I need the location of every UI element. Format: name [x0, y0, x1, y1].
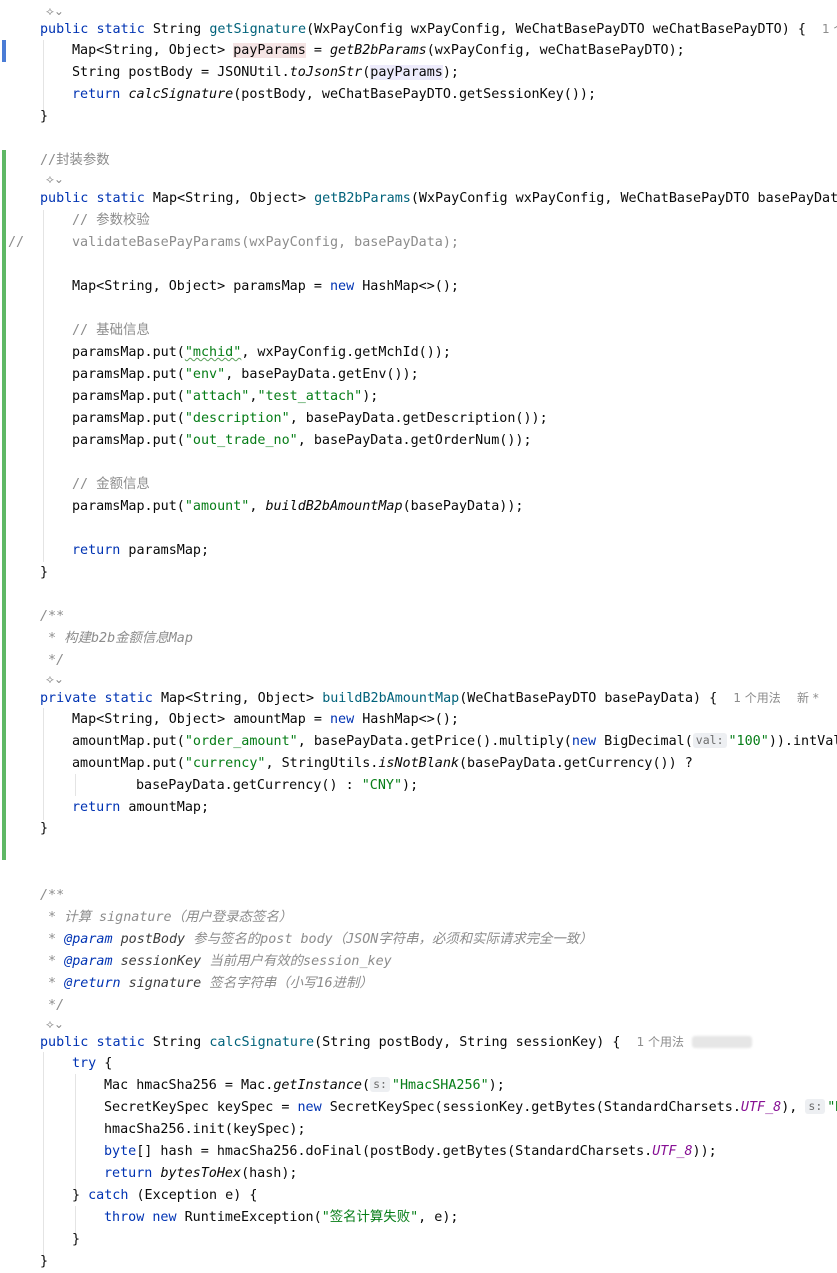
code-line: return paramsMap;: [72, 543, 210, 558]
gutter-modified-marker: [2, 40, 6, 62]
code-comment: // 参数校验: [72, 213, 150, 228]
ai-actions-icon[interactable]: ⟡⌄: [46, 1017, 64, 1031]
indent-guide: [75, 774, 76, 796]
code-line: byte[] hash = hmacSha256.doFinal(postBod…: [104, 1144, 717, 1159]
code-comment: // 基础信息: [72, 323, 150, 338]
method-name[interactable]: getSignature: [209, 22, 306, 37]
code-line: Map<String, Object> paramsMap = new Hash…: [72, 279, 459, 294]
ai-actions-icon[interactable]: ⟡⌄: [46, 4, 64, 18]
code-line: basePayData.getCurrency() : "CNY");: [136, 778, 419, 793]
code-comment: // 金额信息: [72, 477, 150, 492]
method-declaration: public static String calcSignature(Strin…: [40, 1031, 837, 1053]
code-line: Mac hmacSha256 = Mac.getInstance(s: "Hmac…: [104, 1077, 505, 1093]
code-line: throw new RuntimeException("签名计算失败", e);: [104, 1210, 459, 1225]
code-line: amountMap.put("order_amount", basePayDat…: [72, 733, 837, 749]
code-line: String postBody = JSONUtil.toJsonStr(pay…: [72, 65, 459, 80]
code-line: paramsMap.put("attach","test_attach");: [72, 389, 379, 404]
indent-guide: [43, 1052, 44, 1261]
code-line: }: [40, 565, 49, 580]
method-name[interactable]: getB2bParams: [314, 191, 411, 206]
code-line: } catch (Exception e) {: [72, 1188, 258, 1203]
method-declaration: public static Map<String, Object> getB2b…: [40, 191, 837, 206]
ai-actions-icon[interactable]: ⟡⌄: [46, 172, 64, 186]
parameter-hint: s:: [370, 1077, 390, 1092]
gutter-added-marker: [2, 150, 6, 860]
code-line: ⟡⌄: [46, 168, 837, 190]
redacted-author: [692, 1036, 753, 1048]
parameter-hint: s:: [805, 1099, 826, 1114]
code-line: Map<String, Object> amountMap = new Hash…: [72, 712, 459, 727]
author-hint[interactable]: 新 *: [797, 691, 819, 705]
method-declaration: private static Map<String, Object> build…: [40, 691, 819, 706]
method-name[interactable]: buildB2bAmountMap: [322, 691, 459, 706]
code-line: paramsMap.put("description", basePayData…: [72, 411, 548, 426]
indent-guide: [43, 210, 44, 562]
method-declaration: public static String getSignature(WxPayC…: [40, 18, 837, 40]
code-line: Map<String, Object> payParams = getB2bPa…: [72, 43, 685, 58]
doc-comment: * @return signature 签名字符串（小写16进制）: [40, 976, 373, 991]
code-line: hmacSha256.init(keySpec);: [104, 1122, 306, 1137]
usages-hint[interactable]: 1 个用法: [637, 1035, 684, 1049]
code-line: return amountMap;: [72, 800, 210, 815]
code-line: }: [40, 821, 49, 836]
code-line: SecretKeySpec keySpec = new SecretKeySpe…: [104, 1099, 837, 1115]
usages-hint[interactable]: 1 个: [822, 22, 837, 36]
doc-comment: /**: [40, 888, 65, 903]
method-name[interactable]: calcSignature: [209, 1035, 314, 1050]
indent-guide: [75, 1074, 76, 1190]
indent-guide: [43, 708, 44, 820]
ai-actions-icon[interactable]: ⟡⌄: [46, 672, 64, 686]
code-comment: validateBasePayParams(wxPayConfig, baseP…: [72, 235, 459, 250]
doc-comment: * @param sessionKey 当前用户有效的session_key: [40, 954, 392, 969]
code-editor[interactable]: ⟡⌄ public static String getSignature(WxP…: [0, 0, 837, 1269]
doc-comment: * @param postBody 参与签名的post body（JSON字符串…: [40, 932, 593, 947]
code-line: }: [72, 1232, 81, 1247]
doc-comment: * 构建b2b金额信息Map: [40, 631, 193, 646]
doc-comment: /**: [40, 609, 65, 624]
doc-comment: * 计算 signature（用户登录态签名）: [40, 910, 293, 925]
code-line: return bytesToHex(hash);: [104, 1166, 298, 1181]
indent-guide: [43, 40, 44, 110]
code-line: }: [40, 1254, 49, 1269]
code-line: paramsMap.put("env", basePayData.getEnv(…: [72, 367, 419, 382]
code-line: return calcSignature(postBody, weChatBas…: [72, 87, 597, 102]
code-line: paramsMap.put("out_trade_no", basePayDat…: [72, 433, 532, 448]
code-line: try {: [72, 1056, 113, 1071]
usages-hint[interactable]: 1 个用法: [733, 691, 780, 705]
code-line: }: [40, 109, 49, 124]
code-line: paramsMap.put("amount", buildB2bAmountMa…: [72, 499, 524, 514]
code-line: amountMap.put("currency", StringUtils.is…: [72, 756, 693, 771]
parameter-hint: val:: [692, 733, 727, 748]
code-line: paramsMap.put("mchid", wxPayConfig.getMc…: [72, 345, 451, 360]
